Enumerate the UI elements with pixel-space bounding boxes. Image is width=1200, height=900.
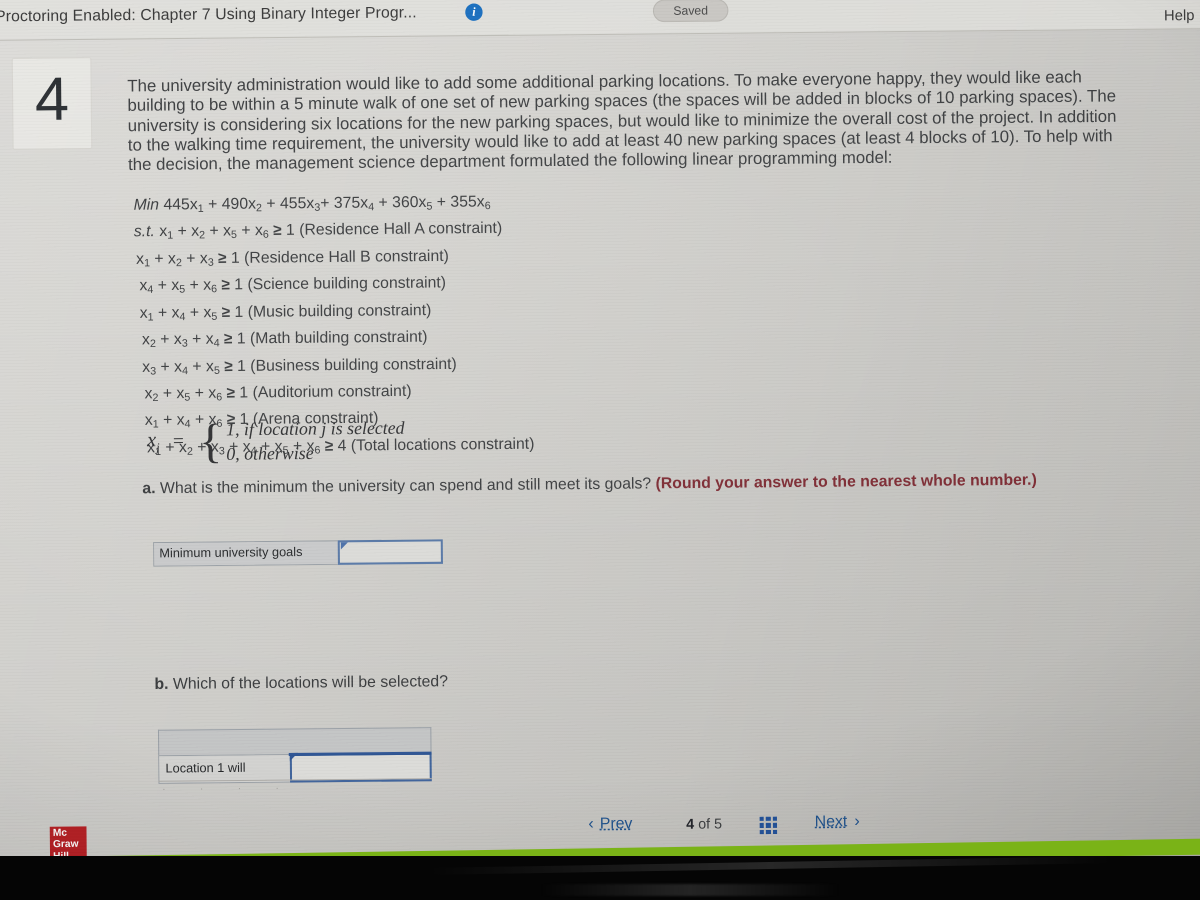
prev-button[interactable]: ‹ Prev [588,815,632,834]
bezel-branding [540,884,840,896]
part-b-text: Which of the locations will be selected? [172,672,449,693]
logo-line-2: Graw [52,839,79,851]
variable-definition-lhs: xj [146,428,160,455]
photographed-screen: Proctoring Enabled: Chapter 7 Using Bina… [0,0,1200,900]
question-stem: The university administration would like… [127,68,1117,175]
part-a-letter: a. [142,479,156,498]
variable-definition-cases: 1, if location j is selected 0, otherwis… [226,415,405,466]
info-icon[interactable]: i [465,3,483,21]
constraint-row: x1 + x4 + x5 ≥ 1 (Music building constra… [139,301,432,324]
variable-definition-equals: = [171,430,185,453]
case-one: 1, if location j is selected [225,417,405,440]
cursor-caret-icon [289,752,299,762]
prev-label: Prev [599,814,633,833]
constraint-row: x2 + x5 + x6 ≥ 1 (Auditorium constraint) [144,382,412,404]
next-label: Next [814,812,848,831]
objective-lead: Min [133,196,160,214]
case-brace-icon: { [198,414,223,468]
constraint-row: x4 + x5 + x6 ≥ 1 (Science building const… [139,274,447,297]
part-a-answer-input[interactable] [337,539,443,565]
case-two: 0, otherwise [226,442,314,464]
objective-terms: 445x1 + 490x2 + 455x3+ 375x4 + 360x5 + 3… [163,193,491,215]
question-number: 4 [34,64,70,134]
part-b-question: b. Which of the locations will be select… [154,673,448,694]
part-a-answer-table: Minimum university goals [153,539,443,567]
part-b-answer-table: Location 1 will . . . . [157,727,432,794]
courseware-page: Proctoring Enabled: Chapter 7 Using Bina… [0,0,1200,873]
chevron-left-icon: ‹ [588,815,594,833]
part-a-hint: (Round your answer to the nearest whole … [655,471,1037,493]
page-of: of [698,815,711,832]
help-link[interactable]: Help [1164,8,1195,25]
page-counter: 4 of 5 [686,815,722,832]
part-a-question: a. What is the minimum the university ca… [142,471,1037,498]
constraint-row: x1 + x2 + x3 ≥ 1 (Residence Hall B const… [136,247,449,270]
cursor-caret-icon [340,542,348,550]
question-body: The university administration would like… [127,68,1133,176]
next-button[interactable]: Next › [815,813,860,832]
constraint-row: x2 + x3 + x4 ≥ 1 (Math building constrai… [141,328,428,351]
question-number-panel: 4 [11,57,93,150]
logo-line-1: Mc [52,827,68,839]
part-b-letter: b. [154,675,169,694]
constraint-row: s.t. x1 + x2 + x5 + x6 ≥ 1 (Residence Ha… [133,219,503,243]
status-badge-saved: Saved [652,0,729,23]
grid-menu-icon[interactable] [759,816,778,835]
page-total: 5 [713,815,723,832]
part-a-text: What is the minimum the university can s… [159,475,652,498]
page-current: 4 [686,815,695,832]
table-row-partial: . . . . [158,778,432,794]
objective-function: Min 445x1 + 490x2 + 455x3+ 375x4 + 360x5… [133,191,532,222]
part-a-row-label: Minimum university goals [154,541,339,566]
part-b-row-label: Location 1 will [159,755,291,783]
variable-definition: xj = { 1, if location j is selected 0, o… [146,414,405,468]
top-bar: Proctoring Enabled: Chapter 7 Using Bina… [0,0,1200,41]
chevron-right-icon: › [854,812,860,831]
assignment-title: Proctoring Enabled: Chapter 7 Using Bina… [0,4,417,26]
constraint-row: x3 + x4 + x5 ≥ 1 (Business building cons… [142,355,457,378]
